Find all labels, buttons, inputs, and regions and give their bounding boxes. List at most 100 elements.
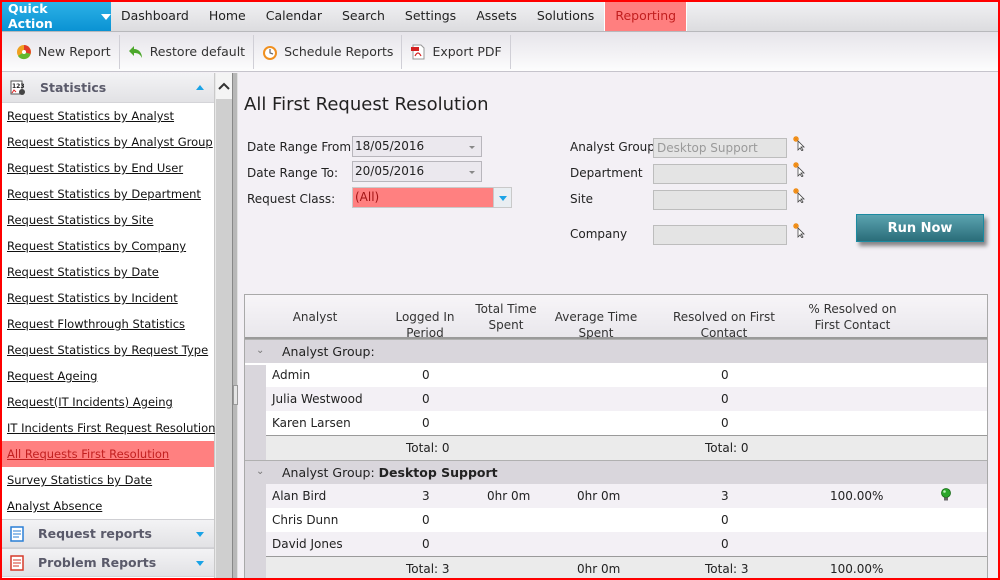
cell-avg-time: 0hr 0m bbox=[577, 489, 621, 503]
sidebar-item-it-incidents-first-resolution[interactable]: IT Incidents First Request Resolution bbox=[2, 415, 215, 441]
column-header-pct-resolved[interactable]: % Resolved on First Contact bbox=[795, 301, 910, 333]
date-from-value: 18/05/2016 bbox=[355, 139, 425, 153]
run-now-button[interactable]: Run Now bbox=[856, 214, 984, 242]
table-row[interactable]: Alan Bird 3 0hr 0m 0hr 0m 3 100.00% bbox=[266, 484, 987, 508]
cell-logged: 0 bbox=[422, 368, 430, 382]
nav-home[interactable]: Home bbox=[199, 0, 256, 31]
sidebar-scrollbar[interactable] bbox=[215, 73, 232, 578]
nav-settings[interactable]: Settings bbox=[395, 0, 466, 31]
table-row[interactable]: Chris Dunn 0 0 bbox=[266, 508, 987, 532]
column-header-avg-time[interactable]: Average Time Spent bbox=[537, 309, 655, 341]
scroll-up-button[interactable] bbox=[216, 73, 232, 99]
sidebar-item-analyst-group[interactable]: Request Statistics by Analyst Group bbox=[2, 129, 214, 155]
nav-search[interactable]: Search bbox=[332, 0, 395, 31]
request-reports-title: Request reports bbox=[38, 526, 152, 541]
sidebar-item-site[interactable]: Request Statistics by Site bbox=[2, 207, 214, 233]
problem-reports-section-header[interactable]: Problem Reports bbox=[2, 548, 214, 577]
cell-resolved: 0 bbox=[721, 416, 729, 430]
sidebar-item-end-user[interactable]: Request Statistics by End User bbox=[2, 155, 214, 181]
schedule-reports-button[interactable]: Schedule Reports bbox=[254, 34, 403, 69]
expand-down-icon bbox=[196, 561, 204, 566]
nav-dashboard[interactable]: Dashboard bbox=[111, 0, 199, 31]
grid-header: Analyst Logged In Period Total Time Spen… bbox=[245, 295, 987, 341]
sidebar-item-company[interactable]: Request Statistics by Company bbox=[2, 233, 214, 259]
restore-default-button[interactable]: Restore default bbox=[120, 34, 255, 69]
statistics-report-list: Request Statistics by Analyst Request St… bbox=[2, 103, 215, 519]
column-header-logged[interactable]: Logged In Period bbox=[375, 309, 475, 341]
nav-solutions[interactable]: Solutions bbox=[527, 0, 604, 31]
cell-logged: 3 bbox=[422, 489, 430, 503]
table-row[interactable]: Julia Westwood 0 0 bbox=[266, 387, 987, 411]
pdf-icon bbox=[411, 44, 425, 59]
select-picker-icon[interactable] bbox=[792, 135, 806, 151]
column-header-analyst[interactable]: Analyst bbox=[275, 309, 355, 325]
cell-total-time: 0hr 0m bbox=[487, 489, 531, 503]
date-from-picker[interactable]: 18/05/2016 bbox=[352, 136, 482, 157]
total-logged: Total: 3 bbox=[406, 562, 450, 576]
statistics-section-header[interactable]: 123 Statistics bbox=[2, 73, 214, 103]
cell-analyst: David Jones bbox=[272, 537, 343, 551]
request-class-select[interactable]: (All) bbox=[352, 187, 512, 208]
statistics-icon: 123 bbox=[10, 80, 25, 95]
new-report-button[interactable]: New Report bbox=[8, 34, 120, 69]
pane-splitter[interactable] bbox=[232, 73, 238, 578]
chevron-down-icon[interactable]: ⌄ bbox=[256, 466, 264, 477]
sidebar-item-analyst-absence[interactable]: Analyst Absence bbox=[2, 493, 214, 519]
column-header-total-time[interactable]: Total Time Spent bbox=[475, 301, 537, 333]
cell-analyst: Admin bbox=[272, 368, 311, 382]
date-from-label: Date Range From: bbox=[247, 140, 356, 154]
request-reports-section-header[interactable]: Request reports bbox=[2, 519, 214, 548]
company-field[interactable] bbox=[653, 225, 787, 245]
total-resolved: Total: 0 bbox=[705, 441, 749, 455]
table-row[interactable]: David Jones 0 0 bbox=[266, 532, 987, 556]
nav-assets[interactable]: Assets bbox=[466, 0, 527, 31]
sidebar-item-incident[interactable]: Request Statistics by Incident bbox=[2, 285, 214, 311]
dropdown-arrow-icon[interactable] bbox=[493, 188, 511, 207]
cell-analyst: Alan Bird bbox=[272, 489, 327, 503]
undo-arrow-icon bbox=[128, 45, 142, 58]
analyst-group-field[interactable]: Desktop Support bbox=[653, 138, 787, 158]
sidebar-item-all-requests-first-resolution[interactable]: All Requests First Resolution bbox=[2, 441, 214, 467]
site-field[interactable] bbox=[653, 190, 787, 210]
sidebar-item-survey-statistics[interactable]: Survey Statistics by Date bbox=[2, 467, 214, 493]
select-picker-icon[interactable] bbox=[792, 187, 806, 203]
sidebar-item-date[interactable]: Request Statistics by Date bbox=[2, 259, 214, 285]
analyst-group-label: Analyst Group bbox=[570, 140, 655, 154]
sidebar-item-flowthrough[interactable]: Request Flowthrough Statistics bbox=[2, 311, 214, 337]
splitter-grip[interactable] bbox=[233, 385, 238, 405]
group-row[interactable]: ⌄ Analyst Group: bbox=[245, 339, 987, 363]
collapse-up-icon bbox=[196, 85, 204, 90]
top-navigation: Quick Action Dashboard Home Calendar Sea… bbox=[0, 0, 1000, 32]
table-row[interactable]: Admin 0 0 bbox=[266, 363, 987, 387]
page-title: All First Request Resolution bbox=[244, 94, 489, 115]
column-header-resolved[interactable]: Resolved on First Contact bbox=[653, 309, 795, 341]
cell-resolved: 0 bbox=[721, 537, 729, 551]
select-picker-icon[interactable] bbox=[792, 161, 806, 177]
sidebar-item-request-ageing[interactable]: Request Ageing bbox=[2, 363, 214, 389]
clock-icon bbox=[263, 45, 278, 60]
sidebar-item-request-type[interactable]: Request Statistics by Request Type bbox=[2, 337, 214, 363]
chevron-down-icon bbox=[101, 13, 111, 20]
group-row[interactable]: ⌄ Analyst Group: Desktop Support bbox=[245, 460, 987, 484]
new-report-label: New Report bbox=[38, 44, 111, 59]
export-pdf-label: Export PDF bbox=[432, 44, 502, 59]
total-resolved: Total: 3 bbox=[705, 562, 749, 576]
sidebar-item-analyst[interactable]: Request Statistics by Analyst bbox=[2, 103, 214, 129]
table-row[interactable]: Karen Larsen 0 0 bbox=[266, 411, 987, 435]
quick-action-menu[interactable]: Quick Action bbox=[0, 0, 111, 31]
schedule-reports-label: Schedule Reports bbox=[284, 44, 394, 59]
sidebar-item-it-incidents-ageing[interactable]: Request(IT Incidents) Ageing bbox=[2, 389, 214, 415]
chevron-up-icon bbox=[218, 82, 230, 90]
chevron-down-icon[interactable]: ⌄ bbox=[256, 345, 264, 356]
nav-calendar[interactable]: Calendar bbox=[256, 0, 332, 31]
sidebar-item-department[interactable]: Request Statistics by Department bbox=[2, 181, 214, 207]
department-field[interactable] bbox=[653, 164, 787, 184]
pie-chart-icon bbox=[17, 44, 31, 59]
date-to-picker[interactable]: 20/05/2016 bbox=[352, 161, 482, 182]
cell-pct: 100.00% bbox=[830, 489, 884, 503]
export-pdf-button[interactable]: Export PDF bbox=[402, 34, 511, 69]
nav-reporting[interactable]: Reporting bbox=[604, 0, 688, 31]
cell-analyst: Julia Westwood bbox=[272, 392, 363, 406]
total-logged: Total: 0 bbox=[406, 441, 450, 455]
select-picker-icon[interactable] bbox=[792, 222, 806, 238]
